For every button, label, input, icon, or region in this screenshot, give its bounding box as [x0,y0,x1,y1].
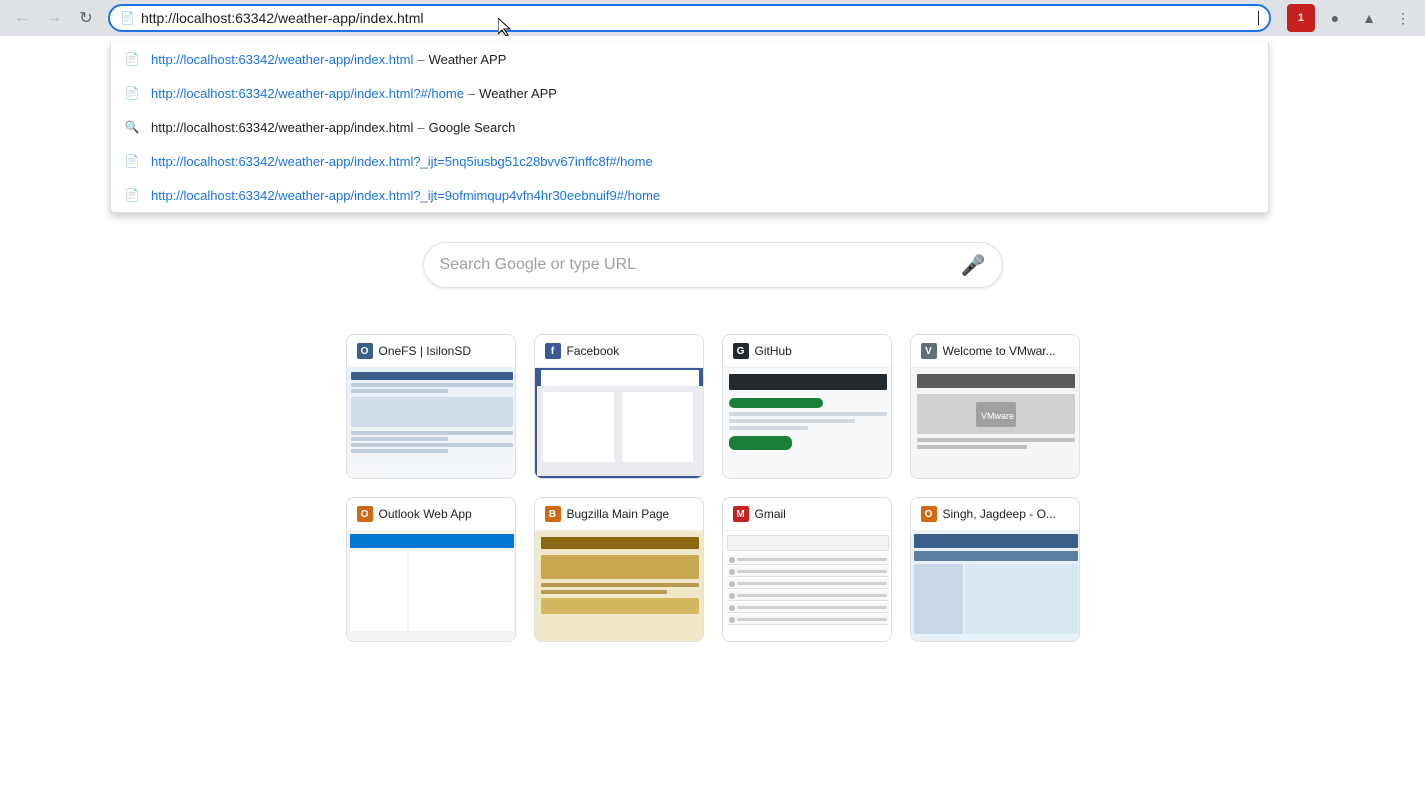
favicon-vmware: V [921,343,937,359]
cursor [1258,11,1259,25]
thumbnail-outlook[interactable]: O Outlook Web App [346,497,516,642]
ac-title-1: Weather APP [429,52,507,67]
refresh-button[interactable]: ↻ [72,4,100,32]
page-icon: 📄 [120,11,135,25]
chrome-toolbar: ← → ↻ 📄 http://localhost:63342/weather-a… [0,0,1425,36]
ac-sep-3: – [417,120,424,135]
thumbnail-outlook-preview [347,531,516,641]
thumbnail-vmware-title: Welcome to VMwar... [943,344,1069,358]
thumbnail-bugzilla-preview [535,531,704,641]
thumbnail-github-title: GitHub [755,344,881,358]
search-bar-wrapper: 🎤 [423,242,1003,288]
favicon-facebook: f [545,343,561,359]
ac-url-1: http://localhost:63342/weather-app/index… [151,52,413,67]
ac-sep-1: – [417,52,424,67]
favicon-bugzilla: B [545,506,561,522]
thumbnail-bugzilla[interactable]: B Bugzilla Main Page [534,497,704,642]
thumbnail-singh[interactable]: O Singh, Jagdeep - O... [910,497,1080,642]
page-icon-2: 📄 [123,84,141,102]
thumbnail-bugzilla-header: B Bugzilla Main Page [535,498,703,531]
thumbnail-isilon-title: OneFS | IsilonSD [379,344,505,358]
forward-button[interactable]: → [40,4,68,32]
thumbnail-facebook-preview [535,368,704,478]
autocomplete-item-5[interactable]: 📄 http://localhost:63342/weather-app/ind… [111,178,1268,212]
page-icon-1: 📄 [123,50,141,68]
back-button[interactable]: ← [8,4,36,32]
thumbnail-github-header: G GitHub [723,335,891,368]
ac-full-3: http://localhost:63342/weather-app/index… [151,120,413,135]
autocomplete-dropdown: 📄 http://localhost:63342/weather-app/ind… [110,42,1269,213]
autocomplete-item-3[interactable]: 🔍 http://localhost:63342/weather-app/ind… [111,110,1268,144]
favicon-github: G [733,343,749,359]
favicon-outlook: O [357,506,373,522]
thumbnail-singh-title: Singh, Jagdeep - O... [943,507,1069,521]
ac-url-2: http://localhost:63342/weather-app/index… [151,86,464,101]
page-icon-4: 📄 [123,152,141,170]
thumbnail-facebook-title: Facebook [567,344,693,358]
thumbnail-singh-header: O Singh, Jagdeep - O... [911,498,1079,531]
thumbnail-gmail-title: Gmail [755,507,881,521]
search-icon-3: 🔍 [123,118,141,136]
thumbnail-facebook[interactable]: f Facebook [534,334,704,479]
extension-btn-1[interactable]: 1 [1287,4,1315,32]
nav-buttons: ← → ↻ [8,4,100,32]
favicon-singh: O [921,506,937,522]
thumbnail-isilon-preview [347,368,516,478]
svg-text:VMware: VMware [981,411,1014,421]
thumbnail-gmail-header: M Gmail [723,498,891,531]
thumbnail-github-preview [723,368,892,478]
search-bar[interactable]: 🎤 [423,242,1003,288]
thumbnail-gmail[interactable]: M Gmail [722,497,892,642]
autocomplete-item-4[interactable]: 📄 http://localhost:63342/weather-app/ind… [111,144,1268,178]
favicon-isilon: O [357,343,373,359]
thumbnail-isilon[interactable]: O OneFS | IsilonSD [346,334,516,479]
extension-btn-2[interactable]: ● [1321,4,1349,32]
address-bar-container[interactable]: 📄 http://localhost:63342/weather-app/ind… [108,4,1271,32]
page-icon-5: 📄 [123,186,141,204]
thumbnail-singh-preview [911,531,1080,641]
thumbnail-vmware-header: V Welcome to VMwar... [911,335,1079,368]
thumbnail-bugzilla-title: Bugzilla Main Page [567,507,693,521]
autocomplete-item-1[interactable]: 📄 http://localhost:63342/weather-app/ind… [111,42,1268,76]
ac-url-4: http://localhost:63342/weather-app/index… [151,154,653,169]
address-bar-text: http://localhost:63342/weather-app/index… [141,10,1257,26]
ac-title-2: Weather APP [479,86,557,101]
thumbnail-gmail-preview [723,531,892,641]
ac-sep-2: – [468,86,475,101]
thumbnail-isilon-header: O OneFS | IsilonSD [347,335,515,368]
autocomplete-item-2[interactable]: 📄 http://localhost:63342/weather-app/ind… [111,76,1268,110]
ac-url-5: http://localhost:63342/weather-app/index… [151,188,660,203]
thumbnails-grid: O OneFS | IsilonSD f Facebook [346,334,1080,642]
toolbar-icons: 1 ● ▲ ⋮ [1287,4,1417,32]
menu-button[interactable]: ⋮ [1389,4,1417,32]
thumbnail-vmware[interactable]: V Welcome to VMwar... VMware [910,334,1080,479]
thumbnail-facebook-header: f Facebook [535,335,703,368]
thumbnail-outlook-header: O Outlook Web App [347,498,515,531]
microphone-icon[interactable]: 🎤 [961,253,986,278]
search-input[interactable] [440,256,961,274]
thumbnail-outlook-title: Outlook Web App [379,507,505,521]
thumbnail-vmware-preview: VMware [911,368,1080,478]
thumbnail-github[interactable]: G GitHub [722,334,892,479]
favicon-gmail: M [733,506,749,522]
extension-btn-3[interactable]: ▲ [1355,4,1383,32]
ac-title-3: Google Search [429,120,516,135]
